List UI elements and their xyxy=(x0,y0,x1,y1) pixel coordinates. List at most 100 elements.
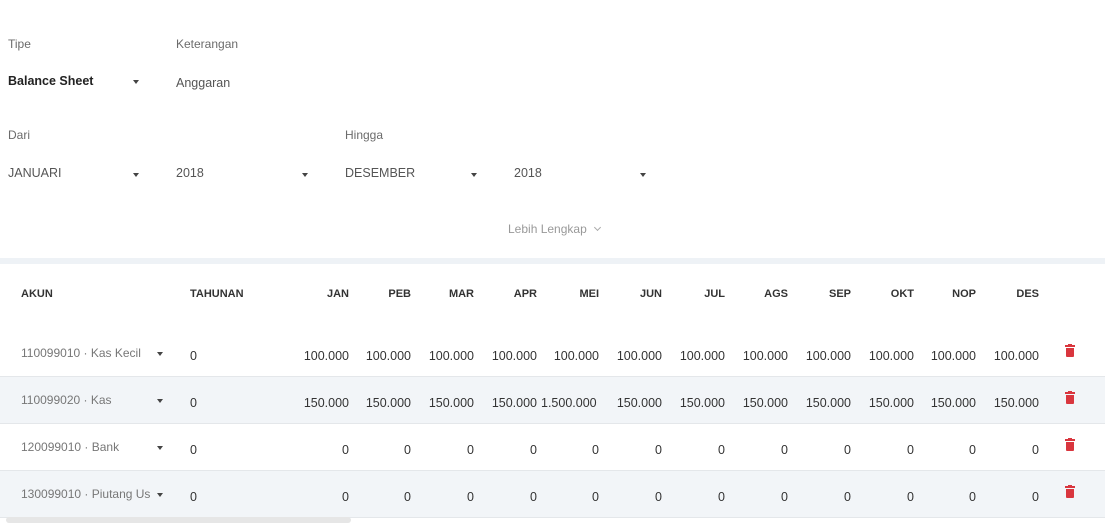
month-input[interactable]: 150.000 xyxy=(604,396,662,410)
month-input[interactable]: 0 xyxy=(604,443,662,457)
hingga-label: Hingga xyxy=(345,128,384,142)
month-input[interactable]: 0 xyxy=(918,490,976,504)
month-input[interactable]: 100.000 xyxy=(856,349,914,363)
account-select[interactable]: 120099010 · Bank xyxy=(21,436,171,458)
month-input[interactable]: 0 xyxy=(856,443,914,457)
month-input[interactable]: 0 xyxy=(479,443,537,457)
header-month: JUN xyxy=(639,288,662,300)
month-input[interactable]: 150.000 xyxy=(730,396,788,410)
month-input[interactable]: 0 xyxy=(730,490,788,504)
chevron-down-icon xyxy=(302,173,308,177)
month-input[interactable]: 100.000 xyxy=(918,349,976,363)
header-month: OKT xyxy=(890,288,914,300)
trash-icon-part xyxy=(1065,439,1075,441)
month-input[interactable]: 100.000 xyxy=(604,349,662,363)
trash-icon-part xyxy=(1065,345,1075,347)
delete-row-icon[interactable] xyxy=(1065,344,1075,357)
trash-icon-part xyxy=(1066,395,1074,404)
account-select[interactable]: 130099010 · Piutang Us... xyxy=(21,483,171,505)
month-input[interactable]: 150.000 xyxy=(353,396,411,410)
month-input[interactable]: 100.000 xyxy=(541,349,599,363)
keterangan-value: Anggaran xyxy=(176,76,231,90)
month-input[interactable]: 100.000 xyxy=(416,349,474,363)
tahunan-input[interactable]: 0 xyxy=(190,349,197,363)
tahunan-input[interactable]: 0 xyxy=(190,396,197,410)
month-input[interactable]: 0 xyxy=(291,490,349,504)
month-input[interactable]: 150.000 xyxy=(793,396,851,410)
hingga-year-value: 2018 xyxy=(514,166,542,180)
month-input[interactable]: 150.000 xyxy=(856,396,914,410)
month-input[interactable]: 150.000 xyxy=(291,396,349,410)
chevron-down-icon xyxy=(471,173,477,177)
month-input[interactable]: 150.000 xyxy=(918,396,976,410)
month-input[interactable]: 150.000 xyxy=(667,396,725,410)
month-input[interactable]: 0 xyxy=(667,443,725,457)
trash-icon-part xyxy=(1065,392,1075,394)
dari-month-select[interactable]: JANUARI xyxy=(8,160,148,182)
account-select[interactable]: 110099020 · Kas xyxy=(21,389,171,411)
delete-row-icon[interactable] xyxy=(1065,485,1075,498)
chevron-down-icon xyxy=(157,493,163,497)
month-input[interactable]: 1.500.000 xyxy=(541,396,599,410)
month-input[interactable]: 150.000 xyxy=(981,396,1039,410)
trash-icon-part xyxy=(1066,442,1074,451)
month-input[interactable]: 0 xyxy=(416,443,474,457)
month-input[interactable]: 150.000 xyxy=(416,396,474,410)
month-input[interactable]: 0 xyxy=(541,443,599,457)
chevron-down-icon xyxy=(157,352,163,356)
chevron-down-icon xyxy=(593,223,601,232)
month-input[interactable]: 0 xyxy=(353,490,411,504)
month-input[interactable]: 100.000 xyxy=(793,349,851,363)
horizontal-scrollbar[interactable] xyxy=(6,517,351,523)
month-input[interactable]: 0 xyxy=(479,490,537,504)
hingga-month-select[interactable]: DESEMBER xyxy=(345,160,485,182)
header-month: MEI xyxy=(579,288,599,300)
dari-label: Dari xyxy=(8,128,31,142)
month-input[interactable]: 0 xyxy=(793,443,851,457)
delete-row-icon[interactable] xyxy=(1065,438,1075,451)
tipe-select-value: Balance Sheet xyxy=(8,74,94,88)
month-input[interactable]: 0 xyxy=(416,490,474,504)
account-select-value: 110099010 · Kas Kecil xyxy=(21,346,141,360)
dari-year-select[interactable]: 2018 xyxy=(176,160,316,182)
month-input[interactable]: 100.000 xyxy=(479,349,537,363)
month-input[interactable]: 100.000 xyxy=(730,349,788,363)
month-input[interactable]: 0 xyxy=(291,443,349,457)
month-input[interactable]: 100.000 xyxy=(353,349,411,363)
month-input[interactable]: 0 xyxy=(730,443,788,457)
chevron-down-icon xyxy=(133,173,139,177)
month-input[interactable]: 150.000 xyxy=(479,396,537,410)
tahunan-input[interactable]: 0 xyxy=(190,490,197,504)
header-month: AGS xyxy=(764,288,788,300)
month-input[interactable]: 0 xyxy=(856,490,914,504)
month-input[interactable]: 0 xyxy=(667,490,725,504)
delete-row-icon[interactable] xyxy=(1065,391,1075,404)
account-select-value: 110099020 · Kas xyxy=(21,393,112,407)
tahunan-input[interactable]: 0 xyxy=(190,443,197,457)
chevron-down-icon xyxy=(157,446,163,450)
account-select[interactable]: 110099010 · Kas Kecil xyxy=(21,342,171,364)
month-input[interactable]: 0 xyxy=(918,443,976,457)
trash-icon-part xyxy=(1066,348,1074,357)
header-month: PEB xyxy=(388,288,411,300)
dari-year-value: 2018 xyxy=(176,166,204,180)
header-month: MAR xyxy=(448,288,474,300)
hingga-year-select[interactable]: 2018 xyxy=(514,160,654,182)
keterangan-label: Keterangan xyxy=(176,37,239,51)
hingga-month-value: DESEMBER xyxy=(345,166,416,180)
month-input[interactable]: 100.000 xyxy=(981,349,1039,363)
month-input[interactable]: 0 xyxy=(981,443,1039,457)
month-input[interactable]: 100.000 xyxy=(291,349,349,363)
month-input[interactable]: 0 xyxy=(981,490,1039,504)
account-select-value: 120099010 · Bank xyxy=(21,440,120,454)
month-input[interactable]: 0 xyxy=(353,443,411,457)
month-input[interactable]: 0 xyxy=(604,490,662,504)
tipe-select[interactable]: Balance Sheet xyxy=(8,70,148,92)
chevron-down-icon xyxy=(640,173,646,177)
month-input[interactable]: 0 xyxy=(541,490,599,504)
month-input[interactable]: 100.000 xyxy=(667,349,725,363)
trash-icon-part xyxy=(1066,489,1074,498)
trash-icon-part xyxy=(1065,486,1075,488)
more-options-link[interactable]: Lebih Lengkap xyxy=(508,222,601,236)
month-input[interactable]: 0 xyxy=(793,490,851,504)
